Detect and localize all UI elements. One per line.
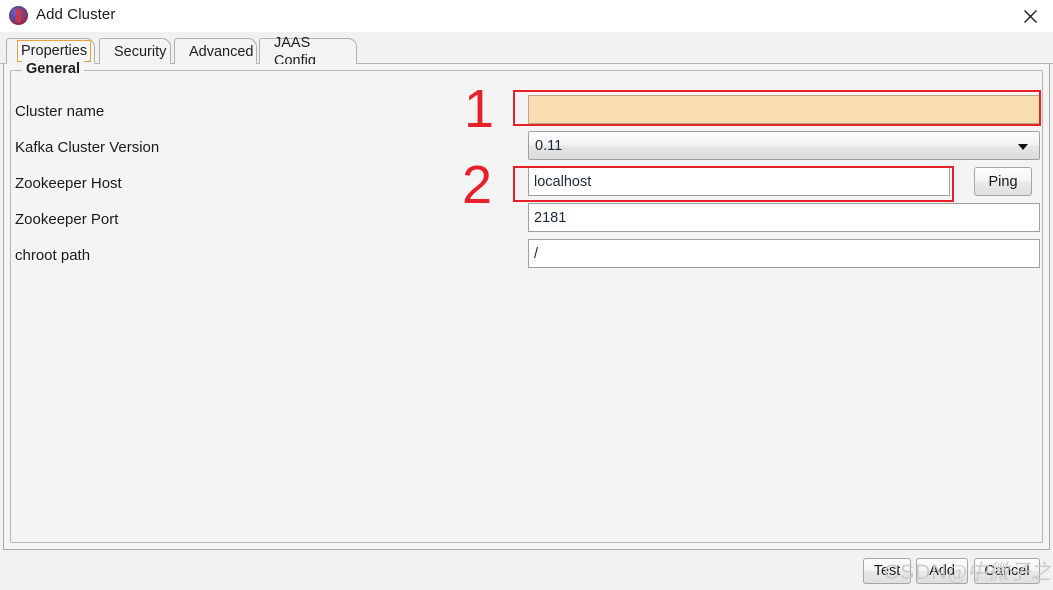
general-group-title: General xyxy=(22,61,84,77)
chevron-down-icon xyxy=(1018,144,1028,150)
label-zookeeper-port: Zookeeper Port xyxy=(15,211,119,228)
tab-advanced[interactable]: Advanced xyxy=(174,38,257,64)
add-cluster-dialog: Add Cluster Properties Security Advanced… xyxy=(0,0,1053,590)
dialog-button-bar: Test Add Cancel xyxy=(0,551,1053,590)
add-button-label: Add xyxy=(929,563,955,579)
title-bar: Add Cluster xyxy=(0,0,1053,32)
close-icon[interactable] xyxy=(1007,0,1053,32)
ping-button-label: Ping xyxy=(988,173,1018,190)
kafka-cluster-version-value: 0.11 xyxy=(535,137,563,154)
test-button[interactable]: Test xyxy=(863,558,911,584)
zookeeper-port-input[interactable] xyxy=(528,203,1040,232)
label-chroot-path: chroot path xyxy=(15,247,91,264)
tab-security-label: Security xyxy=(114,43,167,60)
ping-button[interactable]: Ping xyxy=(974,167,1032,196)
cancel-button-label: Cancel xyxy=(984,563,1030,579)
label-kafka-cluster-version: Kafka Cluster Version xyxy=(15,139,160,156)
label-cluster-name: Cluster name xyxy=(15,103,105,120)
zookeeper-host-input[interactable] xyxy=(528,167,950,196)
test-button-label: Test xyxy=(873,563,901,579)
add-button[interactable]: Add xyxy=(916,558,968,584)
tab-security[interactable]: Security xyxy=(99,38,171,64)
kafka-cluster-version-select[interactable]: 0.11 xyxy=(528,131,1040,160)
cluster-name-input[interactable] xyxy=(528,95,1040,124)
window-title: Add Cluster xyxy=(36,6,116,23)
tab-strip: Properties Security Advanced JAAS Config xyxy=(0,35,1053,69)
tab-jaas-config[interactable]: JAAS Config xyxy=(259,35,357,69)
tab-advanced-label: Advanced xyxy=(189,43,254,60)
tab-properties-label: Properties xyxy=(17,40,92,62)
app-logo-icon xyxy=(9,6,28,25)
label-zookeeper-host: Zookeeper Host xyxy=(15,175,122,192)
chroot-path-input[interactable] xyxy=(528,239,1040,268)
properties-panel: General Cluster name Kafka Cluster Versi… xyxy=(3,61,1050,550)
cancel-button[interactable]: Cancel xyxy=(974,558,1040,584)
